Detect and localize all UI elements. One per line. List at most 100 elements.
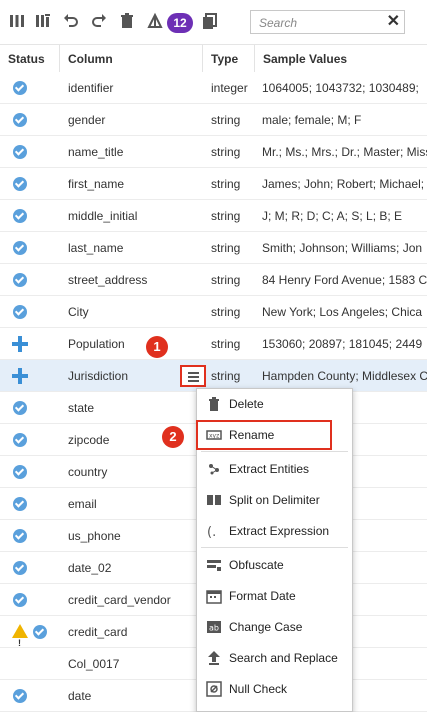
header-sample-values[interactable]: Sample Values (255, 45, 427, 73)
column-name: name_title (68, 145, 124, 159)
status-cell (0, 232, 60, 264)
check-circle-icon (13, 177, 27, 191)
redo-icon[interactable] (90, 12, 108, 30)
table-row[interactable]: last_name string Smith; Johnson; Williams;… (0, 232, 427, 264)
recommendations-badge[interactable]: 12 (167, 13, 193, 33)
columns-view-icon[interactable] (8, 12, 26, 30)
sample-values: male; female; M; F (262, 113, 362, 127)
menu-item-label: Search and Replace (229, 651, 338, 665)
status-cell (0, 680, 60, 712)
menu-item-change-case[interactable]: ab Change Case (197, 612, 352, 643)
columns-edit-icon[interactable] (34, 12, 52, 30)
obfuscate-icon (206, 557, 222, 573)
toolbar: 12 ✕ (0, 0, 427, 44)
status-cell (0, 296, 60, 328)
check-circle-icon (13, 113, 27, 127)
check-circle-icon (13, 81, 27, 95)
check-circle-icon (13, 305, 27, 319)
callout-one: 1 (146, 336, 168, 358)
column-name: state (68, 401, 95, 415)
check-circle-icon (13, 241, 27, 255)
check-circle-icon (13, 529, 27, 543)
menu-item-obfuscate[interactable]: Obfuscate (197, 550, 352, 581)
trash-icon[interactable] (118, 12, 136, 30)
menu-item-label: Extract Entities (229, 462, 310, 476)
check-circle-icon (13, 561, 27, 575)
sample-values: New York; Los Angeles; Chica (262, 305, 423, 319)
status-cell (0, 360, 60, 392)
menu-item-extract-expression[interactable]: (. Extract Expression (197, 516, 352, 547)
menu-item-delete[interactable]: Delete (197, 389, 352, 420)
copy-icon[interactable] (201, 12, 219, 30)
table-header: Status Column Type Sample Values (0, 44, 427, 74)
split-icon (206, 492, 222, 508)
menu-item-label: Obfuscate (229, 558, 284, 572)
menu-item-extract-entities[interactable]: Extract Entities (197, 454, 352, 485)
sample-values: James; John; Robert; Michael; (262, 177, 425, 191)
warning-icon: ! (12, 624, 28, 648)
status-cell (0, 104, 60, 136)
sample-values: Smith; Johnson; Williams; Jon (262, 241, 423, 255)
callout-two: 2 (162, 426, 184, 448)
trash-icon (206, 396, 222, 412)
column-name: first_name (68, 177, 125, 191)
column-type: string (211, 305, 241, 319)
table-row[interactable]: street_address string 84 Henry Ford Avenue… (0, 264, 427, 296)
table-row[interactable]: gender string male; female; M; F (0, 104, 427, 136)
status-cell (0, 648, 60, 680)
status-cell (0, 72, 60, 104)
status-cell (0, 392, 60, 424)
plus-icon (12, 336, 28, 352)
check-circle-icon (13, 273, 27, 287)
menu-item-label: Split on Delimiter (229, 493, 320, 507)
table-row[interactable]: City string New York; Los Angeles; Chica (0, 296, 427, 328)
column-name: us_phone (68, 529, 121, 543)
column-name: Jurisdiction (68, 369, 129, 383)
status-cell (0, 328, 60, 360)
column-type: string (211, 273, 241, 287)
status-cell (0, 552, 60, 584)
check-circle-icon (13, 465, 27, 479)
undo-icon[interactable] (62, 12, 80, 30)
column-menu-button[interactable] (180, 365, 206, 387)
header-type[interactable]: Type (203, 45, 255, 73)
menu-item-null-check[interactable]: Null Check (197, 674, 352, 705)
table-row[interactable]: Population string 153060; 20897; 181045; 2… (0, 328, 427, 360)
column-type: string (211, 145, 241, 159)
svg-text:(.: (. (207, 525, 216, 539)
column-type: string (211, 177, 241, 191)
table-row[interactable]: identifier integer 1064005; 1043732; 10304… (0, 72, 427, 104)
header-status[interactable]: Status (0, 45, 60, 73)
transform-icon[interactable] (146, 12, 164, 30)
menu-item-format-date[interactable]: Format Date (197, 581, 352, 612)
column-name: date (68, 689, 92, 703)
table-row[interactable]: first_name string James; John; Robert; Mic… (0, 168, 427, 200)
menu-item-split-on-delimiter[interactable]: Split on Delimiter (197, 485, 352, 516)
menu-item-label: Null Check (229, 682, 288, 696)
column-name: credit_card_vendor (68, 593, 171, 607)
column-name: email (68, 497, 97, 511)
column-type: string (211, 241, 241, 255)
menu-item-label: Change Case (229, 620, 303, 634)
column-name: last_name (68, 241, 124, 255)
clear-search-icon[interactable]: ✕ (387, 13, 400, 31)
header-column[interactable]: Column (60, 45, 203, 73)
column-type: integer (211, 81, 248, 95)
plus-icon (12, 368, 28, 384)
column-type: string (211, 209, 241, 223)
column-name: Col_0017 (68, 657, 120, 671)
table-row[interactable]: middle_initial string J; M; R; D; C; A; S;… (0, 200, 427, 232)
column-name: date_02 (68, 561, 112, 575)
check-circle-icon (33, 625, 47, 639)
column-name: middle_initial (68, 209, 138, 223)
status-cell (0, 264, 60, 296)
check-circle-icon (13, 593, 27, 607)
search-input[interactable] (257, 14, 386, 32)
status-cell (0, 584, 60, 616)
menu-item-search-and-replace[interactable]: Search and Replace (197, 643, 352, 674)
column-name: identifier (68, 81, 114, 95)
search-box[interactable]: ✕ (250, 10, 405, 34)
table-row[interactable]: name_title string Mr.; Ms.; Mrs.; Dr.; Mas… (0, 136, 427, 168)
sample-values: 84 Henry Ford Avenue; 1583 C (262, 273, 427, 287)
null-check-icon (206, 681, 222, 697)
